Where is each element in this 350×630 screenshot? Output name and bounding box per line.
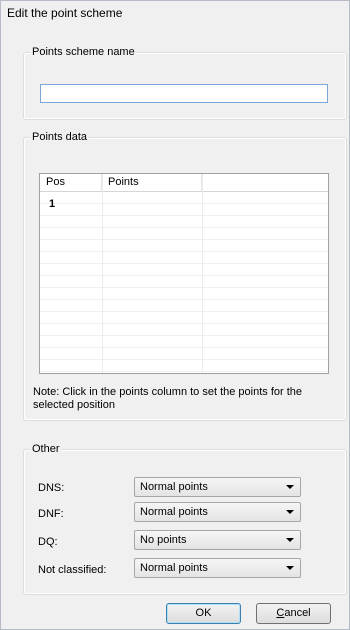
points-scheme-name-input[interactable] xyxy=(40,84,328,103)
table-header: Pos Points xyxy=(40,174,328,192)
table-row[interactable] xyxy=(40,360,328,372)
dns-select[interactable]: Normal points xyxy=(134,477,301,497)
dnf-select-value: Normal points xyxy=(140,506,208,518)
table-row[interactable] xyxy=(40,276,328,288)
table-row[interactable] xyxy=(40,228,328,240)
window-title: Edit the point scheme xyxy=(7,6,123,20)
table-row[interactable] xyxy=(40,336,328,348)
points-note: Note: Click in the points column to set … xyxy=(33,386,303,411)
edit-point-scheme-dialog: Edit the point scheme Points scheme name… xyxy=(0,0,350,630)
cancel-button-label: ancel xyxy=(284,607,311,619)
table-row[interactable] xyxy=(40,312,328,324)
table-row[interactable] xyxy=(40,324,328,336)
dq-select-value: No points xyxy=(140,534,187,546)
dq-select[interactable]: No points xyxy=(134,530,301,550)
chevron-down-icon xyxy=(286,510,294,514)
points-data-label: Points data xyxy=(30,131,90,143)
dnf-select[interactable]: Normal points xyxy=(134,502,301,522)
not-classified-label: Not classified: xyxy=(38,564,107,576)
not-classified-select[interactable]: Normal points xyxy=(134,558,301,578)
chevron-down-icon xyxy=(286,538,294,542)
dns-label: DNS: xyxy=(38,482,65,494)
table-row[interactable] xyxy=(40,216,328,228)
table-row[interactable] xyxy=(40,264,328,276)
cancel-button[interactable]: Cancel xyxy=(256,603,331,624)
table-row[interactable] xyxy=(40,300,328,312)
not-classified-select-value: Normal points xyxy=(140,562,208,574)
chevron-down-icon xyxy=(286,485,294,489)
table-row[interactable] xyxy=(40,240,328,252)
points-data-table[interactable]: Pos Points 1 xyxy=(39,173,329,374)
ok-button[interactable]: OK xyxy=(166,603,241,624)
column-header-points[interactable]: Points xyxy=(102,174,202,191)
table-row[interactable] xyxy=(40,288,328,300)
table-row[interactable] xyxy=(40,192,328,204)
column-header-pos[interactable]: Pos xyxy=(40,174,102,191)
dq-label: DQ: xyxy=(38,536,58,548)
chevron-down-icon xyxy=(286,566,294,570)
table-row[interactable] xyxy=(40,252,328,264)
dns-select-value: Normal points xyxy=(140,481,208,493)
column-header-empty xyxy=(202,174,328,191)
row-pos-cell[interactable]: 1 xyxy=(49,198,55,210)
table-row[interactable] xyxy=(40,348,328,360)
table-row[interactable] xyxy=(40,204,328,216)
dnf-label: DNF: xyxy=(38,508,64,520)
other-label: Other xyxy=(30,443,62,455)
points-scheme-name-label: Points scheme name xyxy=(30,46,137,58)
